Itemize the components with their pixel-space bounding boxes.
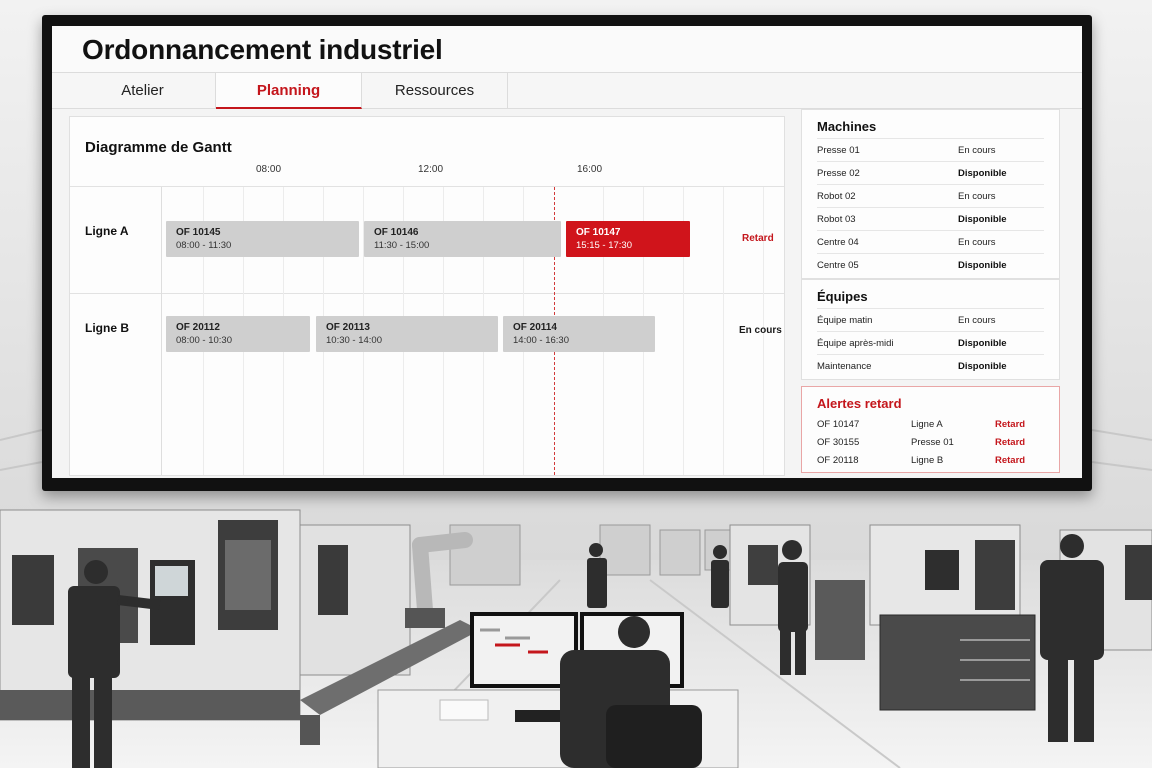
order-id: OF 10146 <box>374 227 419 238</box>
order-id: OF 20113 <box>326 322 370 333</box>
machine-name: Presse 02 <box>817 167 860 179</box>
machine-name: Robot 02 <box>817 190 856 202</box>
tab-atelier[interactable]: Atelier <box>70 73 216 109</box>
grid-line <box>723 187 724 475</box>
team-name: Équipe matin <box>817 314 873 326</box>
app-header: Ordonnancement industriel <box>52 26 1082 73</box>
order-time: 08:00 - 11:30 <box>176 240 232 251</box>
machine-name: Robot 03 <box>817 213 856 225</box>
scheduling-app: Ordonnancement industriel Atelier Planni… <box>52 26 1082 478</box>
alert-order-id: OF 30155 <box>817 436 860 448</box>
machine-name: Centre 05 <box>817 259 859 271</box>
page-title: Ordonnancement industriel <box>82 34 443 65</box>
team-name: Équipe après-midi <box>817 337 894 349</box>
row-status-ligne-a: Retard <box>742 233 774 244</box>
alert-row[interactable]: OF 30155 Presse 01 Retard <box>817 433 1044 451</box>
order-bar-of-20112[interactable]: OF 20112 08:00 - 10:30 <box>166 316 310 352</box>
order-bar-of-10146[interactable]: OF 10146 11:30 - 15:00 <box>364 221 561 257</box>
order-time: 08:00 - 10:30 <box>176 335 232 346</box>
time-label-0800: 08:00 <box>256 164 282 175</box>
machine-row[interactable]: Centre 05 Disponible <box>817 253 1044 276</box>
alert-status: Retard <box>995 436 1026 448</box>
team-status: Disponible <box>958 360 1007 372</box>
machine-row[interactable]: Centre 04 En cours <box>817 230 1044 253</box>
alert-row[interactable]: OF 10147 Ligne A Retard <box>817 415 1044 433</box>
label-column-divider <box>161 187 162 475</box>
order-id: OF 10145 <box>176 227 221 238</box>
order-id: OF 10147 <box>576 227 621 238</box>
order-id: OF 20112 <box>176 322 220 333</box>
order-bar-of-10145[interactable]: OF 10145 08:00 - 11:30 <box>166 221 359 257</box>
team-row[interactable]: Équipe après-midi Disponible <box>817 331 1044 354</box>
alert-location: Ligne A <box>911 418 943 430</box>
alerts-title: Alertes retard <box>817 396 902 411</box>
machine-status: Disponible <box>958 213 1007 225</box>
timeline-header-divider <box>70 186 784 187</box>
machines-title: Machines <box>817 119 877 134</box>
order-bar-of-20113[interactable]: OF 20113 10:30 - 14:00 <box>316 316 498 352</box>
order-time: 14:00 - 16:30 <box>513 335 569 346</box>
late-alerts-panel: Alertes retard OF 10147 Ligne A Retard O… <box>801 386 1060 473</box>
team-status: Disponible <box>958 337 1007 349</box>
tab-ressources[interactable]: Ressources <box>362 73 508 109</box>
machine-status: En cours <box>958 190 996 202</box>
row-divider <box>70 293 784 294</box>
gantt-panel: Diagramme de Gantt 08:00 12:00 16:00 Lig… <box>69 116 785 476</box>
team-row[interactable]: Maintenance Disponible <box>817 354 1044 377</box>
team-row[interactable]: Équipe matin En cours <box>817 308 1044 331</box>
alert-status: Retard <box>995 418 1026 430</box>
tab-planning[interactable]: Planning <box>216 73 362 109</box>
team-name: Maintenance <box>817 360 872 372</box>
machine-row[interactable]: Robot 03 Disponible <box>817 207 1044 230</box>
alert-location: Ligne B <box>911 454 944 466</box>
row-status-ligne-b: En cours <box>739 325 782 336</box>
order-bar-of-10147[interactable]: OF 10147 15:15 - 17:30 <box>566 221 690 257</box>
wall-monitor: Ordonnancement industriel Atelier Planni… <box>42 15 1092 491</box>
alert-order-id: OF 20118 <box>817 454 859 466</box>
machine-row[interactable]: Presse 02 Disponible <box>817 161 1044 184</box>
machine-status: En cours <box>958 144 996 156</box>
alert-row[interactable]: OF 20118 Ligne B Retard <box>817 451 1044 469</box>
order-time: 11:30 - 15:00 <box>374 240 430 251</box>
machine-status: Disponible <box>958 259 1007 271</box>
machine-row[interactable]: Robot 02 En cours <box>817 184 1044 207</box>
gantt-title: Diagramme de Gantt <box>85 139 232 156</box>
row-label-ligne-a: Ligne A <box>85 224 129 238</box>
machine-status: Disponible <box>958 167 1007 179</box>
time-label-1200: 12:00 <box>418 164 444 175</box>
alert-status: Retard <box>995 454 1026 466</box>
teams-title: Équipes <box>817 289 868 304</box>
machine-name: Centre 04 <box>817 236 859 248</box>
order-time: 10:30 - 14:00 <box>326 335 382 346</box>
order-bar-of-20114[interactable]: OF 20114 14:00 - 16:30 <box>503 316 655 352</box>
machine-status: En cours <box>958 236 996 248</box>
order-time: 15:15 - 17:30 <box>576 240 632 251</box>
alert-location: Presse 01 <box>911 436 954 448</box>
teams-panel: Équipes Équipe matin En cours Équipe apr… <box>801 279 1060 380</box>
alert-order-id: OF 10147 <box>817 418 860 430</box>
order-id: OF 20114 <box>513 322 557 333</box>
row-label-ligne-b: Ligne B <box>85 321 129 335</box>
tab-bar: Atelier Planning Ressources <box>52 73 1082 109</box>
machine-row[interactable]: Presse 01 En cours <box>817 138 1044 161</box>
time-label-1600: 16:00 <box>577 164 603 175</box>
team-status: En cours <box>958 314 996 326</box>
machine-name: Presse 01 <box>817 144 860 156</box>
machines-panel: Machines Presse 01 En cours Presse 02 Di… <box>801 109 1060 279</box>
